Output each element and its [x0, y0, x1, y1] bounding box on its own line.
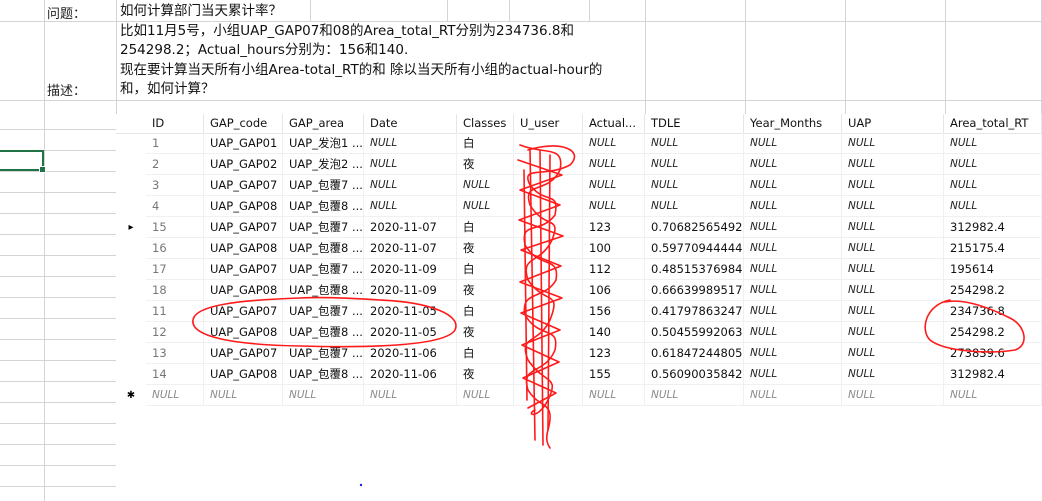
highlight-oval-rows — [192, 296, 457, 348]
stray-dot — [359, 483, 363, 487]
red-annotations — [192, 144, 1025, 487]
highlight-oval-values — [924, 299, 1025, 353]
